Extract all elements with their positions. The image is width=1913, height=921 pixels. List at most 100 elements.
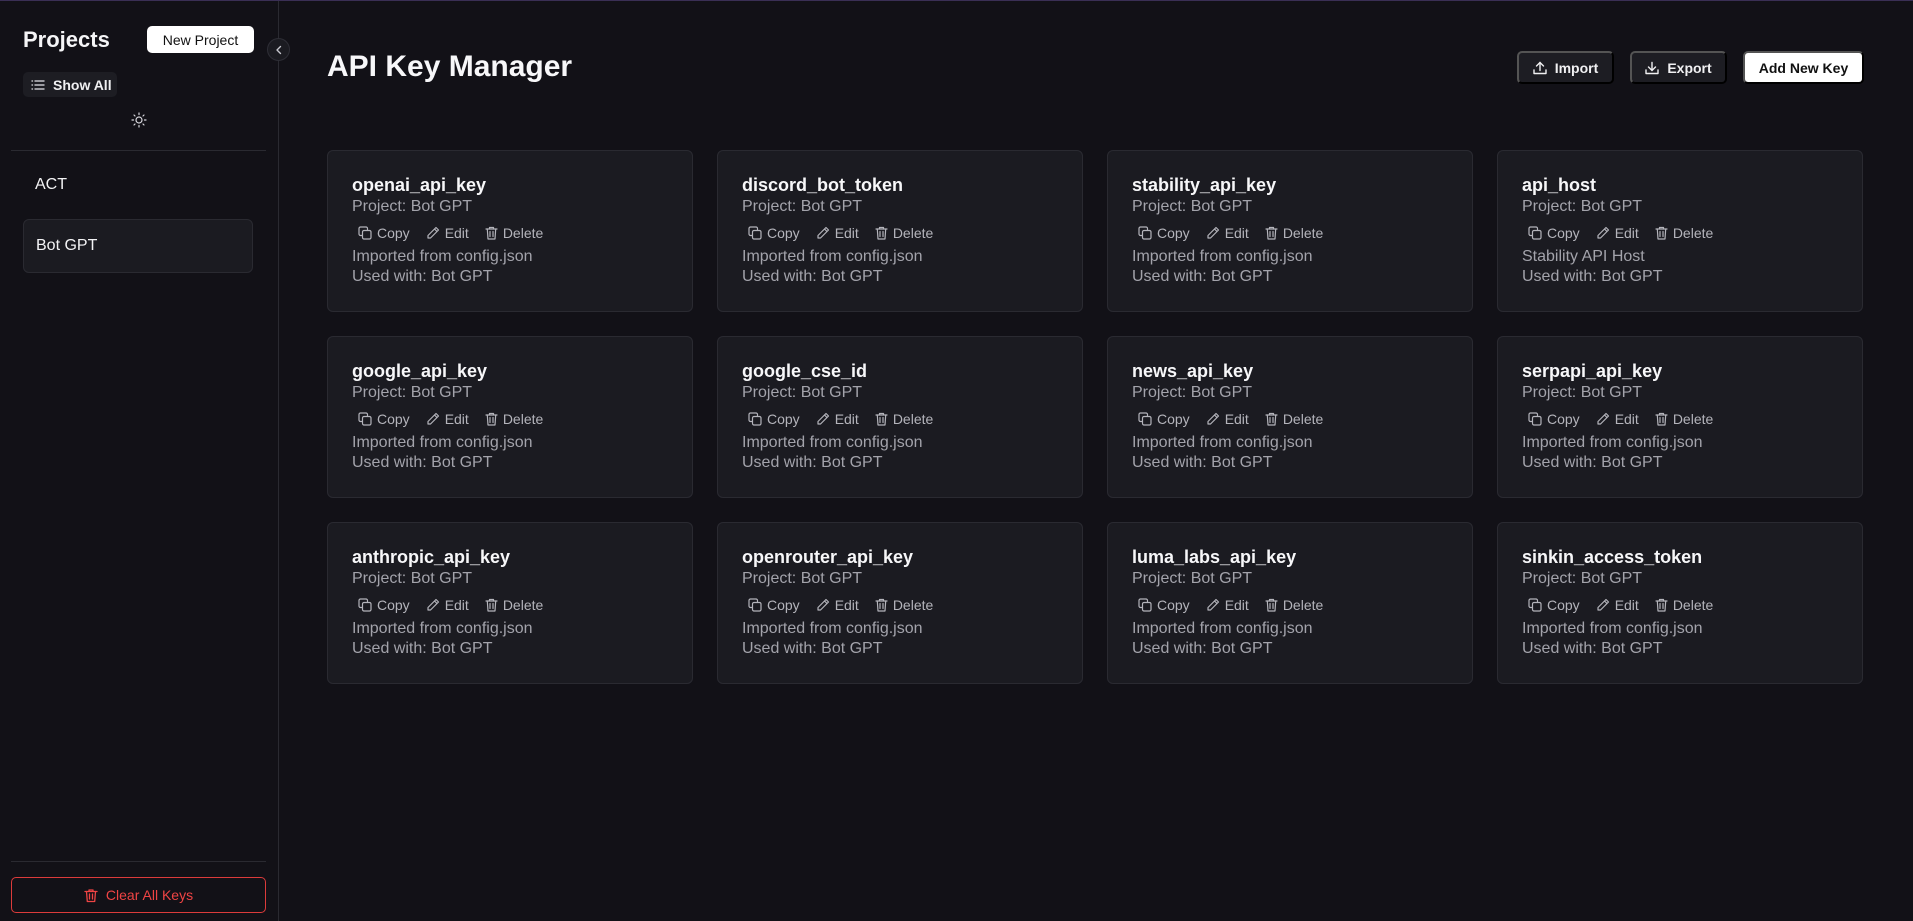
clear-all-keys-button[interactable]: Clear All Keys (11, 877, 266, 913)
copy-button[interactable]: Copy (1138, 225, 1190, 241)
copy-button[interactable]: Copy (358, 225, 410, 241)
copy-icon (1138, 598, 1152, 612)
edit-button[interactable]: Edit (1596, 597, 1639, 613)
show-all-button[interactable]: Show All (23, 72, 117, 97)
copy-button[interactable]: Copy (1528, 225, 1580, 241)
collapse-sidebar-button[interactable] (267, 38, 290, 61)
key-description: Imported from config.json (1132, 248, 1313, 265)
delete-button[interactable]: Delete (875, 597, 933, 613)
edit-button[interactable]: Edit (816, 225, 859, 241)
trash-icon (84, 888, 98, 903)
delete-button[interactable]: Delete (1265, 225, 1323, 241)
key-name: anthropic_api_key (352, 547, 511, 567)
key-project: Project: Bot GPT (1522, 570, 1643, 587)
edit-button[interactable]: Edit (426, 411, 469, 427)
delete-button[interactable]: Delete (875, 411, 933, 427)
trash-icon (1265, 226, 1278, 240)
edit-button[interactable]: Edit (426, 597, 469, 613)
key-card: anthropic_api_key Project: Bot GPT Copy … (327, 522, 693, 684)
import-button[interactable]: Import (1517, 51, 1614, 84)
add-new-key-button[interactable]: Add New Key (1743, 51, 1864, 84)
key-card: news_api_key Project: Bot GPT Copy Edit … (1107, 336, 1473, 498)
key-card: discord_bot_token Project: Bot GPT Copy … (717, 150, 1083, 312)
sidebar: Projects New Project Show All ACT Bot GP… (0, 1, 290, 921)
copy-icon (748, 412, 762, 426)
copy-icon (1138, 412, 1152, 426)
delete-button[interactable]: Delete (485, 225, 543, 241)
key-project: Project: Bot GPT (352, 198, 473, 215)
delete-button[interactable]: Delete (485, 411, 543, 427)
copy-icon (748, 226, 762, 240)
copy-icon (1138, 226, 1152, 240)
copy-label: Copy (767, 597, 800, 613)
delete-button[interactable]: Delete (1655, 225, 1713, 241)
edit-label: Edit (1224, 411, 1249, 427)
key-project: Project: Bot GPT (352, 384, 473, 401)
copy-icon (358, 598, 372, 612)
edit-button[interactable]: Edit (816, 411, 859, 427)
sidebar-item-bot-gpt[interactable]: Bot GPT (23, 219, 253, 273)
key-grid: openai_api_key Project: Bot GPT Copy Edi… (327, 150, 1864, 684)
edit-label: Edit (1224, 225, 1249, 241)
delete-button[interactable]: Delete (1655, 411, 1713, 427)
key-used-with: Used with: Bot GPT (1522, 640, 1663, 657)
key-actions: Copy Edit Delete (1522, 221, 1838, 245)
list-icon (31, 79, 45, 91)
key-description: Imported from config.json (1132, 434, 1313, 451)
key-project: Project: Bot GPT (742, 198, 863, 215)
copy-button[interactable]: Copy (748, 597, 800, 613)
key-card: stability_api_key Project: Bot GPT Copy … (1107, 150, 1473, 312)
copy-button[interactable]: Copy (748, 225, 800, 241)
delete-label: Delete (1282, 225, 1324, 241)
key-card: luma_labs_api_key Project: Bot GPT Copy … (1107, 522, 1473, 684)
delete-button[interactable]: Delete (1655, 597, 1713, 613)
edit-button[interactable]: Edit (1206, 597, 1249, 613)
copy-button[interactable]: Copy (1138, 411, 1190, 427)
key-project: Project: Bot GPT (352, 570, 473, 587)
key-name: openrouter_api_key (742, 547, 914, 567)
sidebar-item-act[interactable]: ACT (23, 158, 253, 212)
delete-button[interactable]: Delete (485, 597, 543, 613)
copy-button[interactable]: Copy (358, 411, 410, 427)
edit-label: Edit (834, 225, 859, 241)
key-actions: Copy Edit Delete (742, 221, 1058, 245)
clear-all-keys-label: Clear All Keys (105, 887, 194, 903)
edit-button[interactable]: Edit (816, 597, 859, 613)
copy-label: Copy (1547, 597, 1580, 613)
trash-icon (1265, 412, 1278, 426)
key-description: Imported from config.json (352, 434, 533, 451)
delete-label: Delete (1672, 225, 1714, 241)
export-label: Export (1667, 59, 1712, 76)
delete-button[interactable]: Delete (1265, 411, 1323, 427)
copy-button[interactable]: Copy (1528, 597, 1580, 613)
edit-button[interactable]: Edit (1596, 411, 1639, 427)
key-project: Project: Bot GPT (1132, 570, 1253, 587)
edit-button[interactable]: Edit (1206, 411, 1249, 427)
copy-button[interactable]: Copy (748, 411, 800, 427)
key-project: Project: Bot GPT (1522, 198, 1643, 215)
copy-button[interactable]: Copy (1138, 597, 1190, 613)
export-button[interactable]: Export (1630, 51, 1727, 84)
edit-button[interactable]: Edit (1206, 225, 1249, 241)
key-card: sinkin_access_token Project: Bot GPT Cop… (1497, 522, 1863, 684)
edit-button[interactable]: Edit (1596, 225, 1639, 241)
delete-label: Delete (1672, 597, 1714, 613)
delete-label: Delete (502, 411, 544, 427)
delete-button[interactable]: Delete (1265, 597, 1323, 613)
copy-button[interactable]: Copy (1528, 411, 1580, 427)
key-card: google_api_key Project: Bot GPT Copy Edi… (327, 336, 693, 498)
key-actions: Copy Edit Delete (1132, 407, 1448, 431)
trash-icon (1655, 412, 1668, 426)
sidebar-divider-bottom (11, 861, 266, 862)
key-actions: Copy Edit Delete (352, 593, 668, 617)
key-used-with: Used with: Bot GPT (1522, 454, 1663, 471)
delete-button[interactable]: Delete (875, 225, 933, 241)
pencil-icon (426, 412, 440, 426)
pencil-icon (426, 598, 440, 612)
theme-toggle-button[interactable] (130, 111, 148, 129)
copy-icon (358, 412, 372, 426)
edit-button[interactable]: Edit (426, 225, 469, 241)
copy-button[interactable]: Copy (358, 597, 410, 613)
key-actions: Copy Edit Delete (742, 407, 1058, 431)
new-project-button[interactable]: New Project (147, 26, 254, 53)
